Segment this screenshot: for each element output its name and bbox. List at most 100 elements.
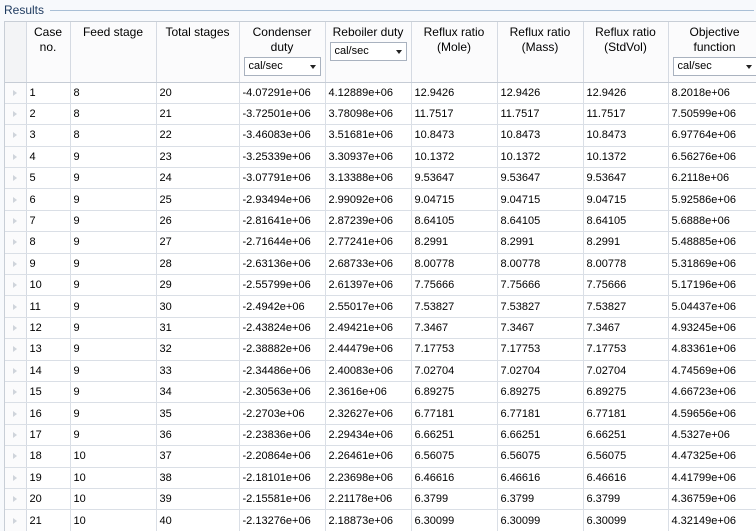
reflux-ratio-mass-cell[interactable]: 9.53647: [497, 167, 584, 190]
table-row[interactable]: 7 9 26 -2.81641e+06 2.87239e+06 8.64105 8.6410…: [5, 210, 756, 233]
case-no-cell[interactable]: 15: [26, 381, 71, 404]
condenser-duty-cell[interactable]: -2.4942e+06: [239, 295, 326, 318]
row-selector-header[interactable]: [5, 22, 27, 83]
feed-stage-cell[interactable]: 8: [70, 124, 157, 147]
reflux-ratio-mole-cell[interactable]: 11.7517: [411, 103, 498, 126]
case-no-cell[interactable]: 12: [26, 317, 71, 340]
condenser-duty-cell[interactable]: -2.13276e+06: [239, 509, 326, 531]
results-grid[interactable]: Case no. Feed stage Total stages Condens…: [4, 21, 756, 531]
row-selector[interactable]: [5, 82, 27, 104]
objective-function-cell[interactable]: 4.93245e+06: [668, 317, 756, 340]
reflux-ratio-stdvol-cell[interactable]: 8.2991: [583, 231, 669, 254]
reboiler-duty-unit-select[interactable]: cal/sec: [329, 42, 407, 61]
reflux-ratio-mole-cell[interactable]: 7.53827: [411, 295, 498, 318]
reflux-ratio-mole-cell[interactable]: 6.66251: [411, 424, 498, 447]
reboiler-duty-cell[interactable]: 3.13388e+06: [325, 167, 412, 190]
total-stages-cell[interactable]: 23: [156, 146, 240, 169]
feed-stage-cell[interactable]: 9: [70, 210, 157, 233]
reflux-ratio-stdvol-cell[interactable]: 6.3799: [583, 488, 669, 511]
table-row[interactable]: 5 9 24 -3.07791e+06 3.13388e+06 9.53647 9.5364…: [5, 167, 756, 190]
row-selector[interactable]: [5, 167, 27, 190]
column-header-condenser-duty[interactable]: Condenser duty cal/sec: [239, 22, 326, 83]
table-row[interactable]: 4 9 23 -3.25339e+06 3.30937e+06 10.1372 10.137…: [5, 146, 756, 169]
row-selector[interactable]: [5, 338, 27, 361]
total-stages-cell[interactable]: 22: [156, 124, 240, 147]
reboiler-duty-cell[interactable]: 2.44479e+06: [325, 338, 412, 361]
reboiler-duty-cell[interactable]: 2.26461e+06: [325, 445, 412, 468]
objective-function-cell[interactable]: 4.41799e+06: [668, 467, 756, 489]
objective-function-cell[interactable]: 4.5327e+06: [668, 424, 756, 447]
condenser-duty-cell[interactable]: -2.38882e+06: [239, 338, 326, 361]
condenser-duty-cell[interactable]: -2.20864e+06: [239, 445, 326, 468]
column-header-total-stages[interactable]: Total stages: [156, 22, 240, 83]
feed-stage-cell[interactable]: 9: [70, 360, 157, 382]
condenser-duty-cell[interactable]: -2.63136e+06: [239, 253, 326, 276]
reflux-ratio-mass-cell[interactable]: 6.30099: [497, 509, 584, 531]
reflux-ratio-stdvol-cell[interactable]: 6.89275: [583, 381, 669, 404]
total-stages-cell[interactable]: 24: [156, 167, 240, 190]
feed-stage-cell[interactable]: 9: [70, 381, 157, 404]
feed-stage-cell[interactable]: 9: [70, 338, 157, 361]
reboiler-duty-cell[interactable]: 2.32627e+06: [325, 402, 412, 425]
condenser-duty-cell[interactable]: -2.43824e+06: [239, 317, 326, 340]
case-no-cell[interactable]: 20: [26, 488, 71, 511]
feed-stage-cell[interactable]: 9: [70, 253, 157, 276]
total-stages-cell[interactable]: 21: [156, 103, 240, 126]
table-row[interactable]: 10 9 29 -2.55799e+06 2.61397e+06 7.75666 7.756…: [5, 274, 756, 297]
reflux-ratio-mass-cell[interactable]: 6.89275: [497, 381, 584, 404]
column-header-reflux-ratio-mole[interactable]: Reflux ratio (Mole): [411, 22, 498, 83]
total-stages-cell[interactable]: 39: [156, 488, 240, 511]
reflux-ratio-stdvol-cell[interactable]: 7.53827: [583, 295, 669, 318]
reboiler-duty-cell[interactable]: 2.49421e+06: [325, 317, 412, 340]
reflux-ratio-mole-cell[interactable]: 6.46616: [411, 467, 498, 489]
row-selector[interactable]: [5, 295, 27, 318]
condenser-duty-cell[interactable]: -4.07291e+06: [239, 82, 326, 104]
objective-function-cell[interactable]: 4.59656e+06: [668, 402, 756, 425]
objective-function-cell[interactable]: 8.2018e+06: [668, 82, 756, 104]
total-stages-cell[interactable]: 32: [156, 338, 240, 361]
objective-function-cell[interactable]: 5.92586e+06: [668, 188, 756, 211]
condenser-duty-cell[interactable]: -3.25339e+06: [239, 146, 326, 169]
total-stages-cell[interactable]: 36: [156, 424, 240, 447]
objective-function-cell[interactable]: 5.31869e+06: [668, 253, 756, 276]
condenser-duty-cell[interactable]: -2.71644e+06: [239, 231, 326, 254]
condenser-duty-cell[interactable]: -2.34486e+06: [239, 360, 326, 382]
condenser-duty-cell[interactable]: -3.46083e+06: [239, 124, 326, 147]
reflux-ratio-stdvol-cell[interactable]: 10.1372: [583, 146, 669, 169]
case-no-cell[interactable]: 21: [26, 509, 71, 531]
objective-function-cell[interactable]: 6.97764e+06: [668, 124, 756, 147]
feed-stage-cell[interactable]: 9: [70, 231, 157, 254]
condenser-duty-cell[interactable]: -3.07791e+06: [239, 167, 326, 190]
reflux-ratio-stdvol-cell[interactable]: 6.77181: [583, 402, 669, 425]
reboiler-duty-cell[interactable]: 2.61397e+06: [325, 274, 412, 297]
reflux-ratio-mole-cell[interactable]: 6.3799: [411, 488, 498, 511]
condenser-duty-cell[interactable]: -2.2703e+06: [239, 402, 326, 425]
total-stages-cell[interactable]: 37: [156, 445, 240, 468]
reflux-ratio-stdvol-cell[interactable]: 9.04715: [583, 188, 669, 211]
total-stages-cell[interactable]: 35: [156, 402, 240, 425]
table-row[interactable]: 9 9 28 -2.63136e+06 2.68733e+06 8.00778 8.0077…: [5, 253, 756, 276]
row-selector[interactable]: [5, 124, 27, 147]
condenser-duty-cell[interactable]: -2.30563e+06: [239, 381, 326, 404]
reboiler-duty-cell[interactable]: 2.29434e+06: [325, 424, 412, 447]
feed-stage-cell[interactable]: 9: [70, 402, 157, 425]
row-selector[interactable]: [5, 445, 27, 468]
table-row[interactable]: 15 9 34 -2.30563e+06 2.3616e+06 6.89275 6.8927…: [5, 381, 756, 404]
reflux-ratio-mass-cell[interactable]: 10.8473: [497, 124, 584, 147]
reflux-ratio-mass-cell[interactable]: 8.00778: [497, 253, 584, 276]
row-selector[interactable]: [5, 509, 27, 531]
case-no-cell[interactable]: 18: [26, 445, 71, 468]
objective-function-cell[interactable]: 4.47325e+06: [668, 445, 756, 468]
table-row[interactable]: 11 9 30 -2.4942e+06 2.55017e+06 7.53827 7.5382…: [5, 295, 756, 318]
total-stages-cell[interactable]: 25: [156, 188, 240, 211]
reboiler-duty-cell[interactable]: 2.21178e+06: [325, 488, 412, 511]
feed-stage-cell[interactable]: 10: [70, 467, 157, 489]
reflux-ratio-mass-cell[interactable]: 8.2991: [497, 231, 584, 254]
objective-function-cell[interactable]: 5.48885e+06: [668, 231, 756, 254]
row-selector[interactable]: [5, 317, 27, 340]
reflux-ratio-mole-cell[interactable]: 8.64105: [411, 210, 498, 233]
objective-function-cell[interactable]: 4.32149e+06: [668, 509, 756, 531]
reflux-ratio-mass-cell[interactable]: 7.3467: [497, 317, 584, 340]
reflux-ratio-mass-cell[interactable]: 8.64105: [497, 210, 584, 233]
feed-stage-cell[interactable]: 10: [70, 488, 157, 511]
